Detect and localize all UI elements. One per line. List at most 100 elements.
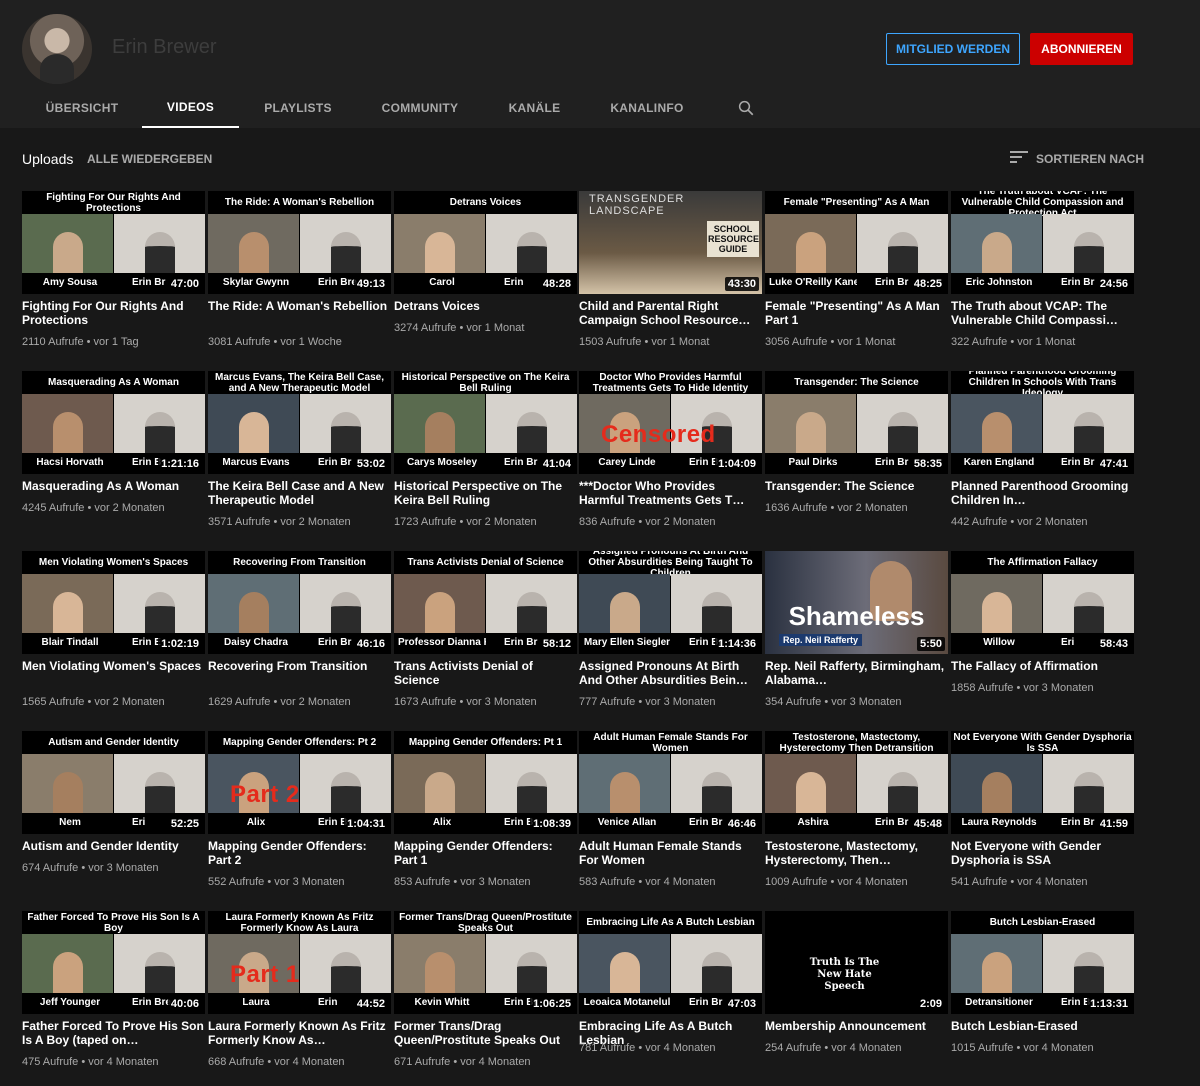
video-thumbnail[interactable]: Trans Activists Denial of Science Profess… — [394, 551, 577, 654]
video-thumbnail[interactable]: The Truth about VCAP: The Vulnerable Chi… — [951, 191, 1134, 294]
video-thumbnail[interactable]: Former Trans/Drag Queen/Prostitute Speak… — [394, 911, 577, 1014]
video-title[interactable]: Recovering From Transition — [208, 659, 391, 673]
video-title[interactable]: Mapping Gender Offenders: Part 2 — [208, 839, 391, 867]
video-thumbnail[interactable]: The Affirmation Fallacy Willow Eri 58:43 — [951, 551, 1134, 654]
video-thumbnail[interactable]: Not Everyone With Gender Dysphoria Is SS… — [951, 731, 1134, 834]
video-title[interactable]: Rep. Neil Rafferty, Birmingham, Alabama… — [765, 659, 948, 687]
video-title[interactable]: Trans Activists Denial of Science — [394, 659, 577, 687]
video-card[interactable]: Mapping Gender Offenders: Pt 1 Alix Erin B… — [394, 731, 577, 906]
video-thumbnail[interactable]: Doctor Who Provides Harmful Treatments G… — [579, 371, 762, 474]
video-card[interactable]: The Affirmation Fallacy Willow Eri 58:43 The… — [951, 551, 1134, 726]
subscribe-button[interactable]: ABONNIEREN — [1030, 33, 1133, 65]
video-card[interactable]: Former Trans/Drag Queen/Prostitute Speak… — [394, 911, 577, 1086]
video-title[interactable]: Testosterone, Mastectomy, Hysterectomy, … — [765, 839, 948, 867]
tab-playlists[interactable]: PLAYLISTS — [239, 88, 357, 128]
video-card[interactable]: Assigned Pronouns At Birth And Other Abs… — [579, 551, 762, 726]
video-title[interactable]: Membership Announcement — [765, 1019, 948, 1033]
video-thumbnail[interactable]: Men Violating Women's Spaces Blair Tindal… — [22, 551, 205, 654]
video-card[interactable]: Recovering From Transition Daisy Chadra Er… — [208, 551, 391, 726]
video-card[interactable]: The Truth about VCAP: The Vulnerable Chi… — [951, 191, 1134, 366]
video-thumbnail[interactable]: Detrans Voices Carol Erin 48:28 — [394, 191, 577, 294]
video-thumbnail[interactable]: Mapping Gender Offenders: Pt 2 Alix Erin B… — [208, 731, 391, 834]
sort-button[interactable]: SORTIEREN NACH — [1036, 152, 1144, 166]
tab-community[interactable]: COMMUNITY — [357, 88, 483, 128]
video-card[interactable]: Butch Lesbian-Erased Detransitioner Erin B… — [951, 911, 1134, 1086]
video-card[interactable]: Marcus Evans, The Keira Bell Case, and A… — [208, 371, 391, 546]
video-title[interactable]: ***Doctor Who Provides Harmful Treatment… — [579, 479, 762, 507]
video-thumbnail[interactable]: Marcus Evans, The Keira Bell Case, and A… — [208, 371, 391, 474]
video-title[interactable]: Adult Human Female Stands For Women — [579, 839, 762, 867]
video-card[interactable]: The Ride: A Woman's Rebellion Skylar Gwyn… — [208, 191, 391, 366]
video-thumbnail[interactable]: Planned Parenthood Grooming Children In … — [951, 371, 1134, 474]
video-card[interactable]: Doctor Who Provides Harmful Treatments G… — [579, 371, 762, 546]
sort-icon[interactable] — [1010, 150, 1028, 164]
video-title[interactable]: Assigned Pronouns At Birth And Other Abs… — [579, 659, 762, 687]
video-card[interactable]: Men Violating Women's Spaces Blair Tindal… — [22, 551, 205, 726]
video-thumbnail[interactable]: Transgender: The Science Paul Dirks Erin B… — [765, 371, 948, 474]
video-title[interactable]: Former Trans/Drag Queen/Prostitute Speak… — [394, 1019, 577, 1047]
video-card[interactable]: Transgender: The Science Paul Dirks Erin B… — [765, 371, 948, 546]
video-thumbnail[interactable]: Father Forced To Prove His Son Is A Boy J… — [22, 911, 205, 1014]
video-card[interactable]: Laura Formerly Known As Fritz Formerly K… — [208, 911, 391, 1086]
video-title[interactable]: The Keira Bell Case and A New Therapeuti… — [208, 479, 391, 507]
video-card[interactable]: TRANSGENDER LANDSCAPE SCHOOL RESOURCE GUI… — [579, 191, 762, 366]
video-title[interactable]: The Truth about VCAP: The Vulnerable Chi… — [951, 299, 1134, 327]
video-title[interactable]: Historical Perspective on The Keira Bell… — [394, 479, 577, 507]
video-title[interactable]: Female "Presenting" As A Man Part 1 — [765, 299, 948, 327]
video-title[interactable]: Transgender: The Science — [765, 479, 948, 493]
video-thumbnail[interactable]: Truth Is The New Hate Speech 2:09 — [765, 911, 948, 1014]
video-card[interactable]: Not Everyone With Gender Dysphoria Is SS… — [951, 731, 1134, 906]
video-title[interactable]: Laura Formerly Known As Fritz Formerly K… — [208, 1019, 391, 1047]
join-membership-button[interactable]: MITGLIED WERDEN — [886, 33, 1020, 65]
video-card[interactable]: Embracing Life As A Butch Lesbian Leoaica… — [579, 911, 762, 1086]
channel-avatar[interactable] — [22, 14, 92, 84]
video-title[interactable]: The Fallacy of Affirmation — [951, 659, 1134, 673]
video-title[interactable]: Not Everyone with Gender Dysphoria is SS… — [951, 839, 1134, 867]
video-title[interactable]: Men Violating Women's Spaces — [22, 659, 205, 673]
video-card[interactable]: Masquerading As A Woman Hacsi Horvath Erin… — [22, 371, 205, 546]
video-card[interactable]: Fighting For Our Rights And Protections A… — [22, 191, 205, 366]
video-title[interactable]: Planned Parenthood Grooming Children In… — [951, 479, 1134, 507]
video-title[interactable]: Mapping Gender Offenders: Part 1 — [394, 839, 577, 867]
video-thumbnail[interactable]: TRANSGENDER LANDSCAPE SCHOOL RESOURCE GUI… — [579, 191, 762, 294]
search-icon[interactable] — [737, 99, 755, 117]
video-title[interactable]: Masquerading As A Woman — [22, 479, 205, 493]
video-title[interactable]: Fighting For Our Rights And Protections — [22, 299, 205, 327]
video-card[interactable]: Mapping Gender Offenders: Pt 2 Alix Erin B… — [208, 731, 391, 906]
video-thumbnail[interactable]: Adult Human Female Stands For Women Venic… — [579, 731, 762, 834]
video-thumbnail[interactable]: Butch Lesbian-Erased Detransitioner Erin B… — [951, 911, 1134, 1014]
tab-about[interactable]: KANALINFO — [586, 88, 708, 128]
video-title[interactable]: Detrans Voices — [394, 299, 577, 313]
video-thumbnail[interactable]: The Ride: A Woman's Rebellion Skylar Gwyn… — [208, 191, 391, 294]
video-card[interactable]: Planned Parenthood Grooming Children In … — [951, 371, 1134, 546]
video-card[interactable]: Testosterone, Mastectomy, Hysterectomy T… — [765, 731, 948, 906]
video-card[interactable]: Historical Perspective on The Keira Bell… — [394, 371, 577, 546]
video-card[interactable]: Detrans Voices Carol Erin 48:28 Detrans Voic… — [394, 191, 577, 366]
tab-overview[interactable]: ÜBERSICHT — [22, 88, 142, 128]
video-card[interactable]: Truth Is The New Hate Speech 2:09 Membersh… — [765, 911, 948, 1086]
video-card[interactable]: Father Forced To Prove His Son Is A Boy J… — [22, 911, 205, 1086]
video-thumbnail[interactable]: Shameless Rep. Neil Rafferty 5:50 — [765, 551, 948, 654]
video-card[interactable]: Adult Human Female Stands For Women Venic… — [579, 731, 762, 906]
video-thumbnail[interactable]: Female "Presenting" As A Man Luke O'Reill… — [765, 191, 948, 294]
video-thumbnail[interactable]: Mapping Gender Offenders: Pt 1 Alix Erin B… — [394, 731, 577, 834]
video-thumbnail[interactable]: Assigned Pronouns At Birth And Other Abs… — [579, 551, 762, 654]
video-thumbnail[interactable]: Recovering From Transition Daisy Chadra Er… — [208, 551, 391, 654]
video-card[interactable]: Female "Presenting" As A Man Luke O'Reill… — [765, 191, 948, 366]
video-card[interactable]: Shameless Rep. Neil Rafferty 5:50 Rep. Neil… — [765, 551, 948, 726]
video-card[interactable]: Autism and Gender Identity Nem Eri 52:25 Aut… — [22, 731, 205, 906]
video-thumbnail[interactable]: Fighting For Our Rights And Protections A… — [22, 191, 205, 294]
video-thumbnail[interactable]: Historical Perspective on The Keira Bell… — [394, 371, 577, 474]
play-all-button[interactable]: ALLE WIEDERGEBEN — [87, 152, 212, 166]
video-card[interactable]: Trans Activists Denial of Science Profess… — [394, 551, 577, 726]
video-title[interactable]: Butch Lesbian-Erased — [951, 1019, 1134, 1033]
tab-videos[interactable]: VIDEOS — [142, 88, 239, 128]
video-title[interactable]: Autism and Gender Identity — [22, 839, 205, 853]
video-title[interactable]: Child and Parental Right Campaign School… — [579, 299, 762, 327]
video-thumbnail[interactable]: Laura Formerly Known As Fritz Formerly K… — [208, 911, 391, 1014]
video-title[interactable]: The Ride: A Woman's Rebellion — [208, 299, 391, 313]
tab-channels[interactable]: KANÄLE — [483, 88, 586, 128]
video-thumbnail[interactable]: Masquerading As A Woman Hacsi Horvath Erin… — [22, 371, 205, 474]
video-thumbnail[interactable]: Embracing Life As A Butch Lesbian Leoaica… — [579, 911, 762, 1014]
video-thumbnail[interactable]: Autism and Gender Identity Nem Eri 52:25 — [22, 731, 205, 834]
